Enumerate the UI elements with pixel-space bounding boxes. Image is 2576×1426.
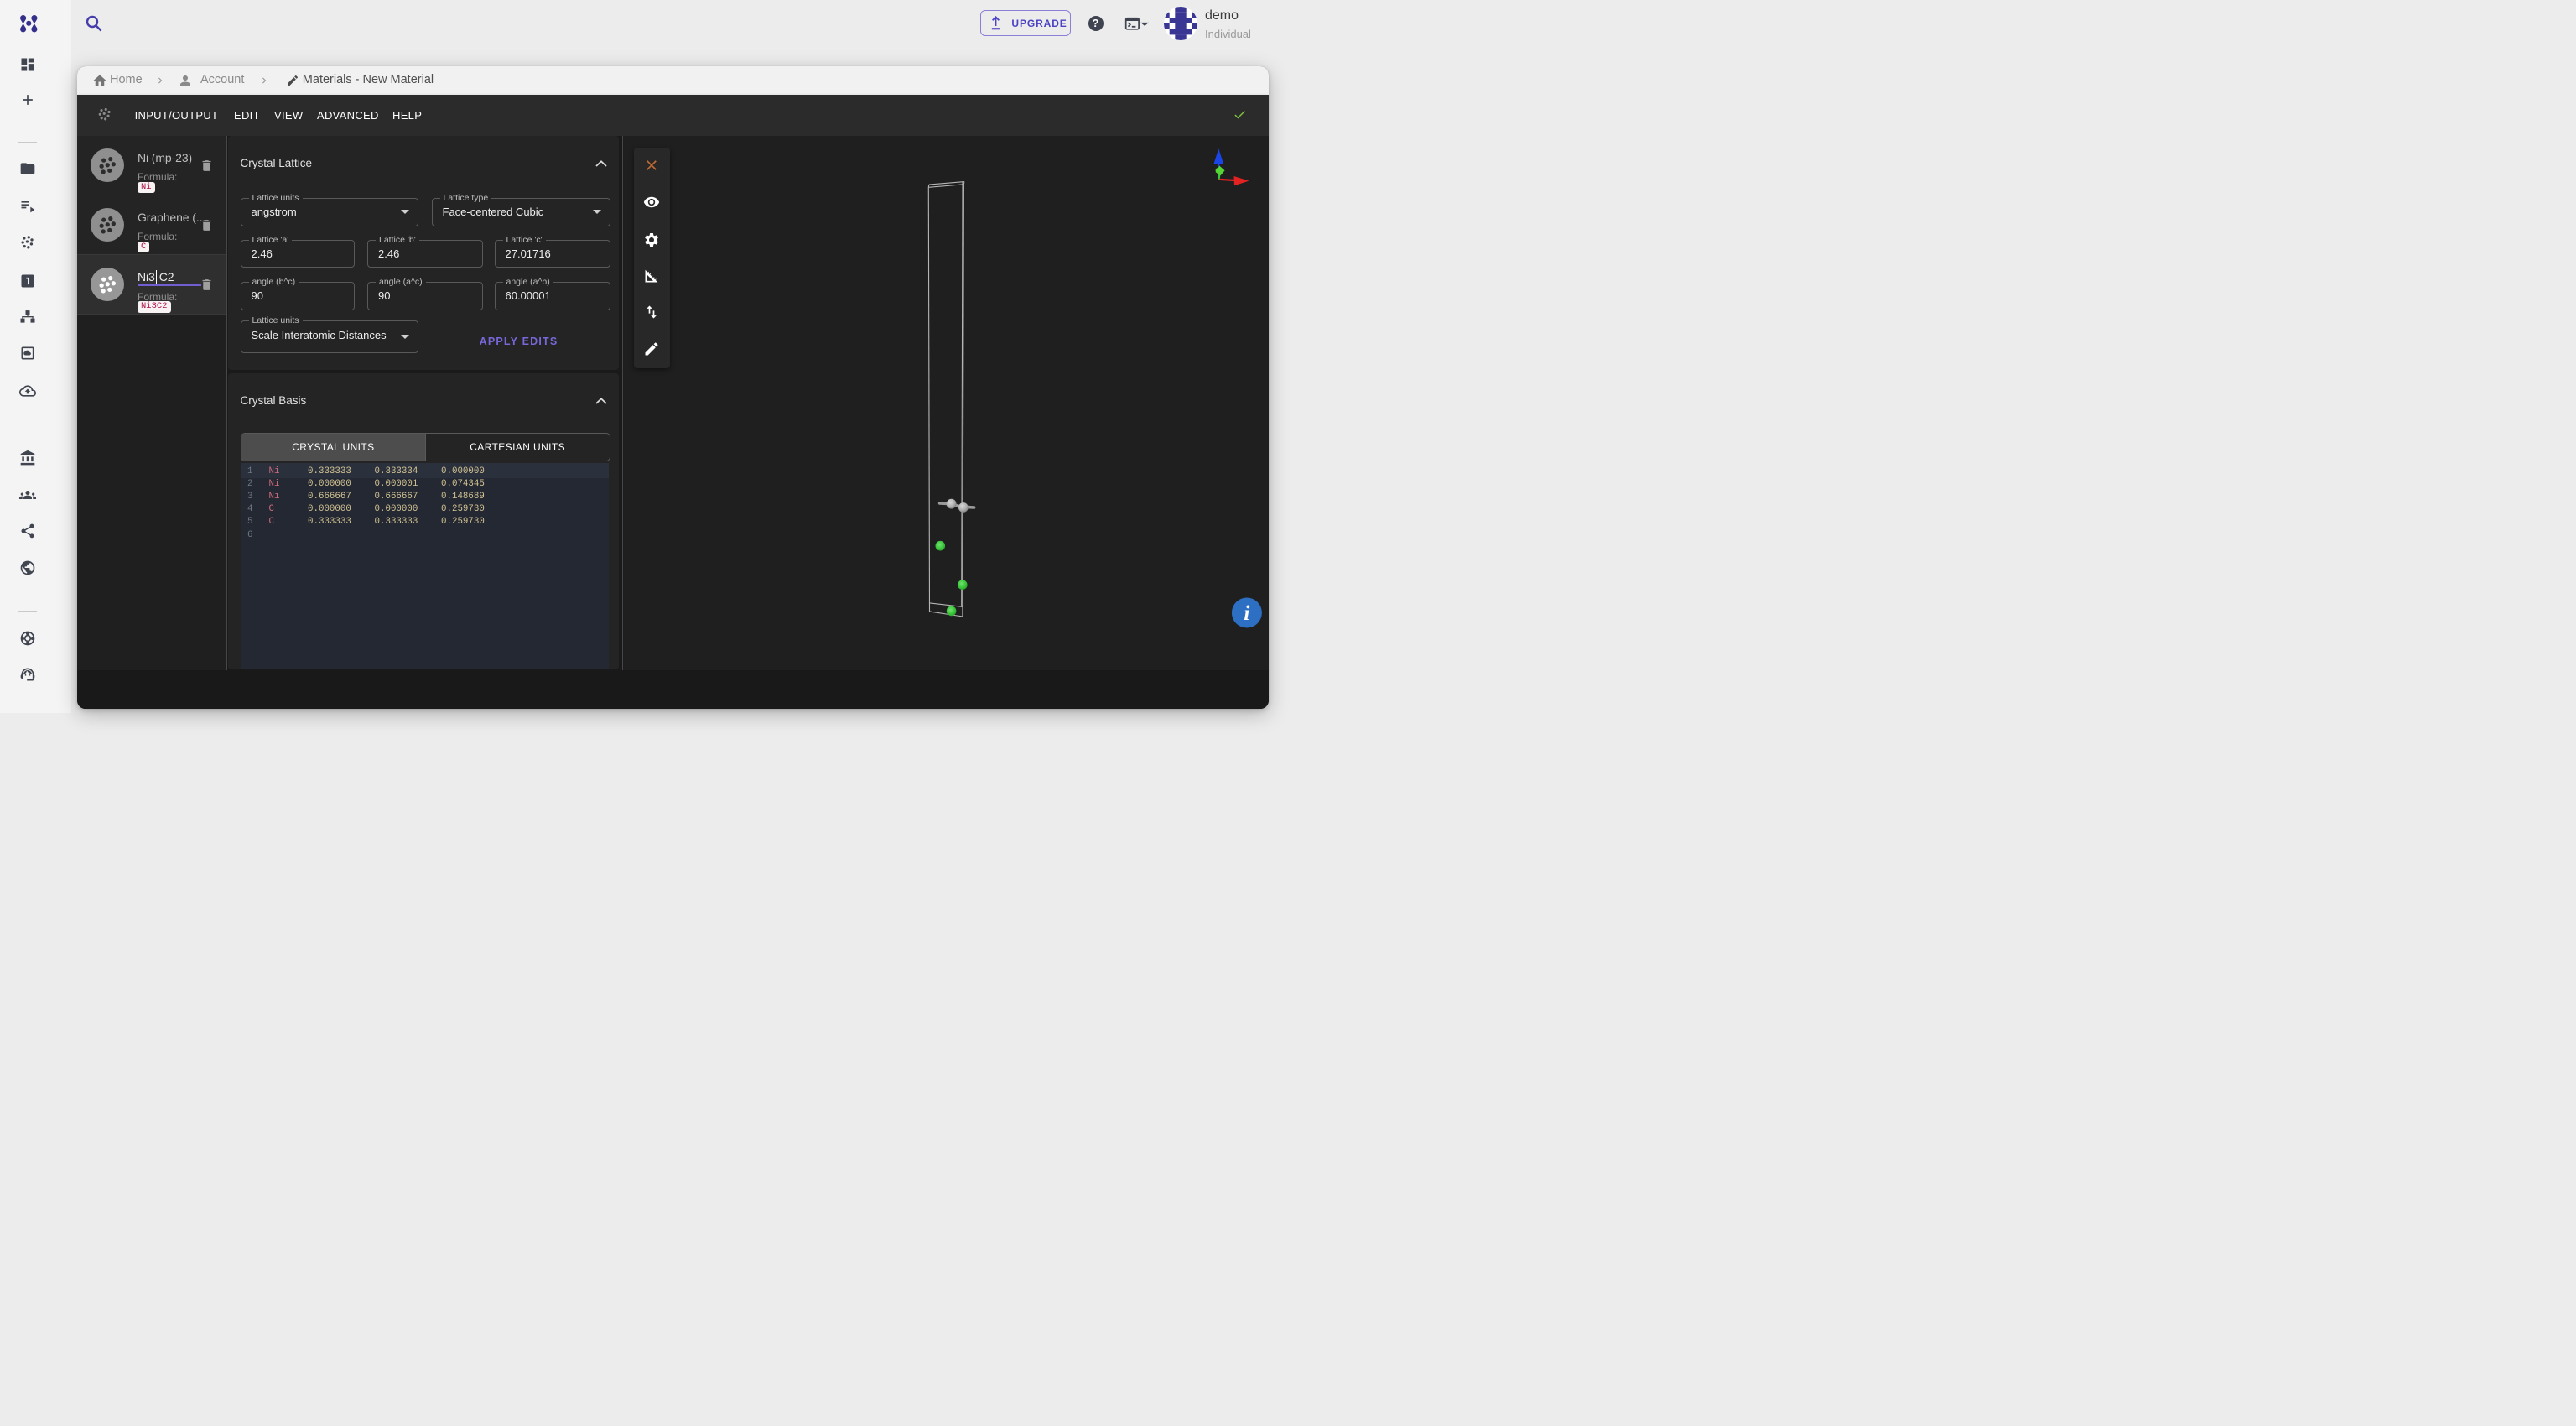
svg-text:i: i <box>1244 602 1249 625</box>
